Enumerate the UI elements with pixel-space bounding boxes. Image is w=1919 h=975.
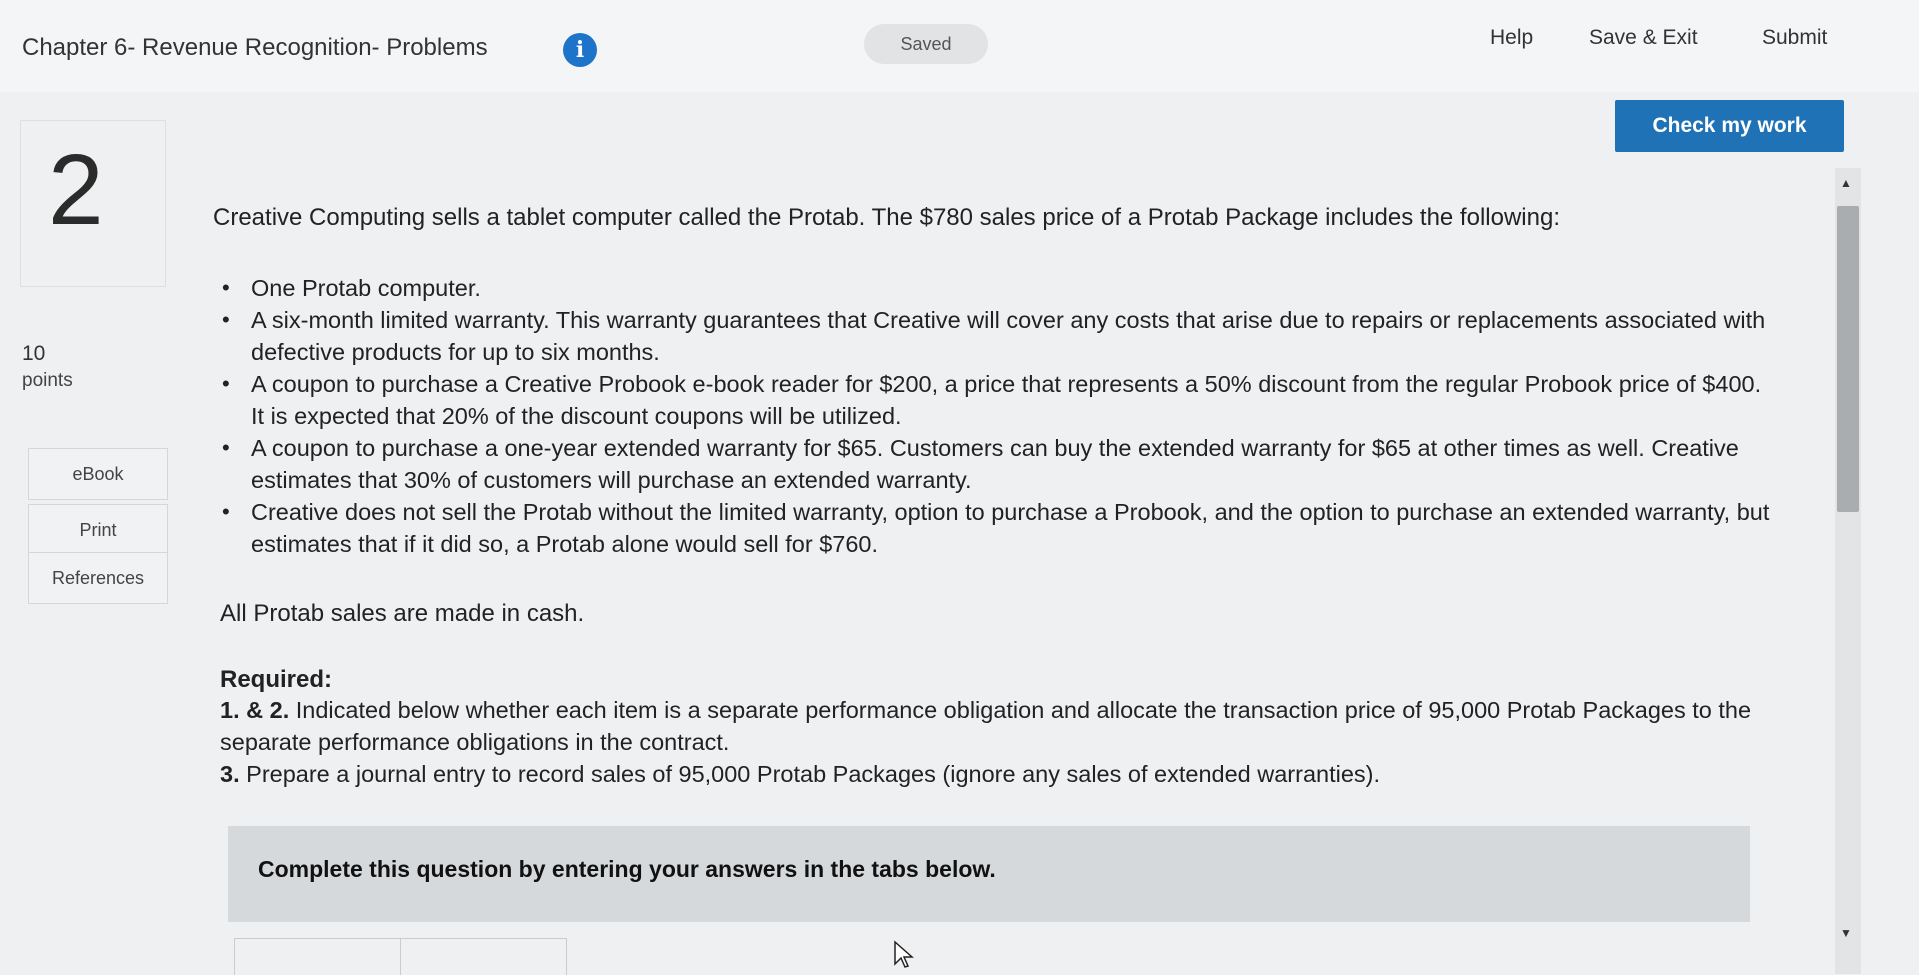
question-number: 2 — [48, 134, 104, 246]
tab-1[interactable] — [234, 938, 401, 975]
scroll-down-arrow-icon[interactable]: ▼ — [1840, 926, 1852, 940]
ebook-button[interactable]: eBook — [28, 448, 168, 500]
info-icon[interactable]: i — [563, 33, 597, 67]
requirement-3-number: 3. — [220, 761, 240, 787]
check-my-work-button[interactable]: Check my work — [1615, 100, 1844, 152]
required-heading: Required: — [220, 666, 333, 693]
list-item: A coupon to purchase a Creative Probook … — [220, 368, 1780, 432]
requirement-1-2: 1. & 2. Indicated below whether each ite… — [220, 694, 1780, 758]
save-exit-link[interactable]: Save & Exit — [1589, 26, 1698, 50]
points-label: points — [22, 370, 73, 391]
requirement-1-2-text: Indicated below whether each item is a s… — [220, 697, 1752, 755]
list-item: A coupon to purchase a one-year extended… — [220, 432, 1780, 496]
points-value: 10 — [22, 342, 46, 365]
instructions-text: Complete this question by entering your … — [258, 856, 996, 882]
list-item: One Protab computer. — [220, 272, 1780, 304]
cash-sales-note: All Protab sales are made in cash. — [220, 600, 585, 627]
help-link[interactable]: Help — [1490, 26, 1533, 50]
scrollbar-thumb[interactable] — [1837, 206, 1859, 512]
scroll-up-arrow-icon[interactable]: ▲ — [1840, 176, 1852, 190]
question-intro: Creative Computing sells a tablet comput… — [213, 204, 1560, 231]
requirement-1-2-number: 1. & 2. — [220, 697, 290, 723]
list-item: A six-month limited warranty. This warra… — [220, 304, 1780, 368]
print-button[interactable]: Print — [28, 504, 168, 556]
page-title: Chapter 6- Revenue Recognition- Problems — [22, 34, 488, 61]
references-button[interactable]: References — [28, 552, 168, 604]
list-item: Creative does not sell the Protab withou… — [220, 496, 1780, 560]
saved-status-badge: Saved — [864, 24, 988, 64]
package-items-list: One Protab computer. A six-month limited… — [220, 272, 1780, 560]
submit-link[interactable]: Submit — [1762, 26, 1827, 50]
requirement-3-text: Prepare a journal entry to record sales … — [246, 761, 1381, 787]
tab-2[interactable] — [400, 938, 567, 975]
requirement-3: 3. Prepare a journal entry to record sal… — [220, 758, 1780, 790]
mouse-cursor-icon — [894, 940, 914, 968]
instructions-panel: Complete this question by entering your … — [228, 826, 1750, 922]
